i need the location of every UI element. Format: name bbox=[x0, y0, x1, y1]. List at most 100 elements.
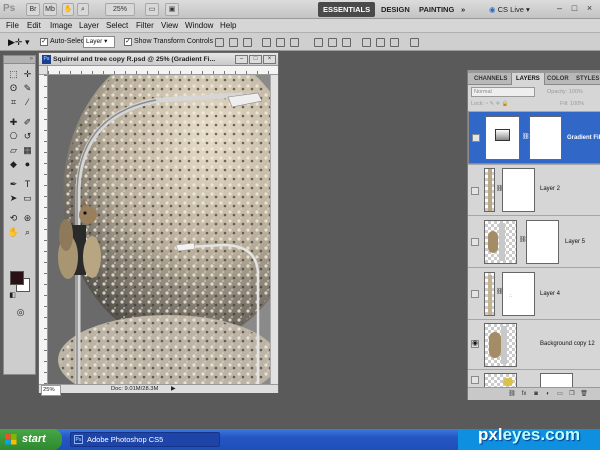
document-zoom-field[interactable]: 25% bbox=[41, 385, 61, 396]
pen-tool-icon[interactable]: ✒ bbox=[7, 178, 20, 190]
shape-tool-icon[interactable]: ▭ bbox=[21, 192, 34, 204]
layer-style-icon[interactable]: fx bbox=[520, 391, 528, 398]
3d-rotate-tool-icon[interactable]: ⟲ bbox=[7, 212, 20, 224]
distribute-top-icon[interactable] bbox=[314, 38, 323, 47]
canvas-image[interactable] bbox=[48, 75, 270, 384]
menu-layer[interactable]: Layer bbox=[79, 20, 99, 32]
path-selection-tool-icon[interactable]: ➤ bbox=[7, 192, 20, 204]
arrange-icon[interactable]: ▭ bbox=[145, 3, 159, 16]
foreground-color-swatch[interactable] bbox=[10, 271, 24, 285]
layer-row[interactable]: ◉ Background copy 12 bbox=[468, 319, 600, 369]
cs-live-button[interactable]: ◉ CS Live ▾ bbox=[484, 2, 535, 17]
dodge-tool-icon[interactable]: ● bbox=[21, 158, 34, 170]
minibridge-button[interactable]: Mb bbox=[43, 3, 57, 16]
taskbar-item-photoshop[interactable]: Ps Adobe Photoshop CS5 bbox=[70, 432, 220, 447]
brush-tool-icon[interactable]: ✐ bbox=[21, 116, 34, 128]
document-close-button[interactable]: × bbox=[263, 55, 276, 64]
blend-mode-select[interactable]: Normal bbox=[471, 87, 535, 97]
workspace-essentials[interactable]: ESSENTIALS bbox=[318, 2, 376, 17]
eyedropper-tool-icon[interactable]: ⁄ bbox=[21, 96, 34, 108]
menu-edit[interactable]: Edit bbox=[27, 20, 41, 32]
blur-tool-icon[interactable]: ◆ bbox=[7, 158, 20, 170]
zoom-icon[interactable]: ⌕ bbox=[77, 3, 89, 16]
tab-channels[interactable]: CHANNELS bbox=[470, 73, 511, 85]
align-right-icon[interactable] bbox=[290, 38, 299, 47]
bridge-button[interactable]: Br bbox=[26, 3, 40, 16]
align-left-icon[interactable] bbox=[262, 38, 271, 47]
visibility-toggle-eye-icon[interactable]: ◉ bbox=[471, 340, 479, 348]
quick-mask-icon[interactable]: ◎ bbox=[14, 306, 27, 318]
healing-brush-tool-icon[interactable]: ✚ bbox=[7, 116, 20, 128]
layer-row[interactable]: ⛓ ∴ Layer 4 bbox=[468, 267, 600, 319]
fill-field[interactable]: Fill: 100% bbox=[560, 100, 584, 108]
opacity-field[interactable]: Opacity: 100% bbox=[547, 88, 583, 96]
start-button[interactable]: start bbox=[0, 429, 62, 450]
more-workspaces-button[interactable]: » bbox=[456, 2, 470, 17]
default-colors-icon[interactable]: ◧ bbox=[6, 290, 19, 302]
layer-row[interactable] bbox=[468, 369, 600, 388]
lock-icons[interactable]: ▫ ✎ ✛ 🔒 bbox=[486, 100, 509, 108]
clone-stamp-tool-icon[interactable]: ⎔ bbox=[7, 130, 20, 142]
visibility-toggle[interactable] bbox=[471, 187, 479, 195]
document-title-bar[interactable]: Ps Squirrel and tree copy R.psd @ 25% (G… bbox=[39, 53, 278, 66]
align-bottom-icon[interactable] bbox=[243, 38, 252, 47]
eraser-tool-icon[interactable]: ▱ bbox=[7, 144, 20, 156]
auto-select-checkbox[interactable]: ✓ bbox=[40, 38, 48, 46]
history-brush-tool-icon[interactable]: ↺ bbox=[21, 130, 34, 142]
distribute-bottom-icon[interactable] bbox=[342, 38, 351, 47]
document-maximize-button[interactable]: □ bbox=[249, 55, 262, 64]
distribute-left-icon[interactable] bbox=[362, 38, 371, 47]
hand-icon[interactable]: ✋ bbox=[62, 3, 74, 16]
tools-panel-header[interactable]: » bbox=[4, 56, 35, 64]
menu-file[interactable]: File bbox=[6, 20, 19, 32]
layer-row[interactable]: ⛓ Layer 2 bbox=[468, 164, 600, 215]
distribute-hcenter-icon[interactable] bbox=[376, 38, 385, 47]
quick-select-tool-icon[interactable]: ✎ bbox=[21, 82, 34, 94]
align-hcenter-icon[interactable] bbox=[276, 38, 285, 47]
delete-layer-icon[interactable]: 🗑 bbox=[580, 391, 588, 398]
gradient-tool-icon[interactable]: ▦ bbox=[21, 144, 34, 156]
crop-tool-icon[interactable]: ⌗ bbox=[7, 96, 20, 108]
status-menu-arrow-icon[interactable]: ▶ bbox=[171, 385, 176, 394]
layer-row[interactable]: ⛓ Gradient Fil bbox=[468, 111, 600, 164]
menu-select[interactable]: Select bbox=[106, 20, 128, 32]
new-layer-icon[interactable]: ❐ bbox=[568, 391, 576, 398]
workspace-painting[interactable]: PAINTING bbox=[414, 2, 459, 17]
horizontal-ruler[interactable] bbox=[48, 66, 278, 75]
menu-filter[interactable]: Filter bbox=[136, 20, 154, 32]
marquee-tool-icon[interactable]: ⬚ bbox=[7, 68, 20, 80]
menu-image[interactable]: Image bbox=[50, 20, 72, 32]
menu-help[interactable]: Help bbox=[220, 20, 236, 32]
distribute-right-icon[interactable] bbox=[390, 38, 399, 47]
new-group-icon[interactable]: ▭ bbox=[556, 391, 564, 398]
tab-layers[interactable]: LAYERS bbox=[511, 73, 545, 85]
screen-mode-icon[interactable]: ▣ bbox=[165, 3, 179, 16]
adjustment-layer-icon[interactable]: ◐ bbox=[544, 391, 552, 398]
tab-styles[interactable]: STYLES bbox=[572, 73, 600, 85]
hand-tool-icon[interactable]: ✋ bbox=[7, 226, 20, 238]
workspace-design[interactable]: DESIGN bbox=[376, 2, 415, 17]
document-vertical-scrollbar[interactable] bbox=[270, 75, 278, 384]
auto-align-icon[interactable] bbox=[410, 38, 419, 47]
visibility-toggle[interactable] bbox=[471, 290, 479, 298]
vertical-ruler[interactable] bbox=[39, 75, 48, 384]
menu-window[interactable]: Window bbox=[185, 20, 213, 32]
document-minimize-button[interactable]: – bbox=[235, 55, 248, 64]
close-button[interactable]: × bbox=[583, 3, 596, 15]
add-mask-icon[interactable]: ◙ bbox=[532, 391, 540, 398]
type-tool-icon[interactable]: T bbox=[21, 178, 34, 190]
maximize-button[interactable]: □ bbox=[568, 3, 581, 15]
show-transform-checkbox[interactable]: ✓ bbox=[124, 38, 132, 46]
distribute-vcenter-icon[interactable] bbox=[328, 38, 337, 47]
move-tool-icon[interactable]: ▶✛ ▾ bbox=[8, 37, 29, 47]
visibility-toggle[interactable] bbox=[471, 238, 479, 246]
menu-view[interactable]: View bbox=[161, 20, 178, 32]
auto-select-target-select[interactable]: Layer ▾ bbox=[83, 36, 115, 48]
3d-orbit-tool-icon[interactable]: ⊛ bbox=[21, 212, 34, 224]
tab-color[interactable]: COLOR bbox=[543, 73, 573, 85]
minimize-button[interactable]: – bbox=[553, 3, 566, 15]
zoom-level-select[interactable]: 25% bbox=[105, 3, 135, 16]
align-vcenter-icon[interactable] bbox=[229, 38, 238, 47]
ruler-corner[interactable] bbox=[39, 66, 48, 75]
align-top-icon[interactable] bbox=[215, 38, 224, 47]
